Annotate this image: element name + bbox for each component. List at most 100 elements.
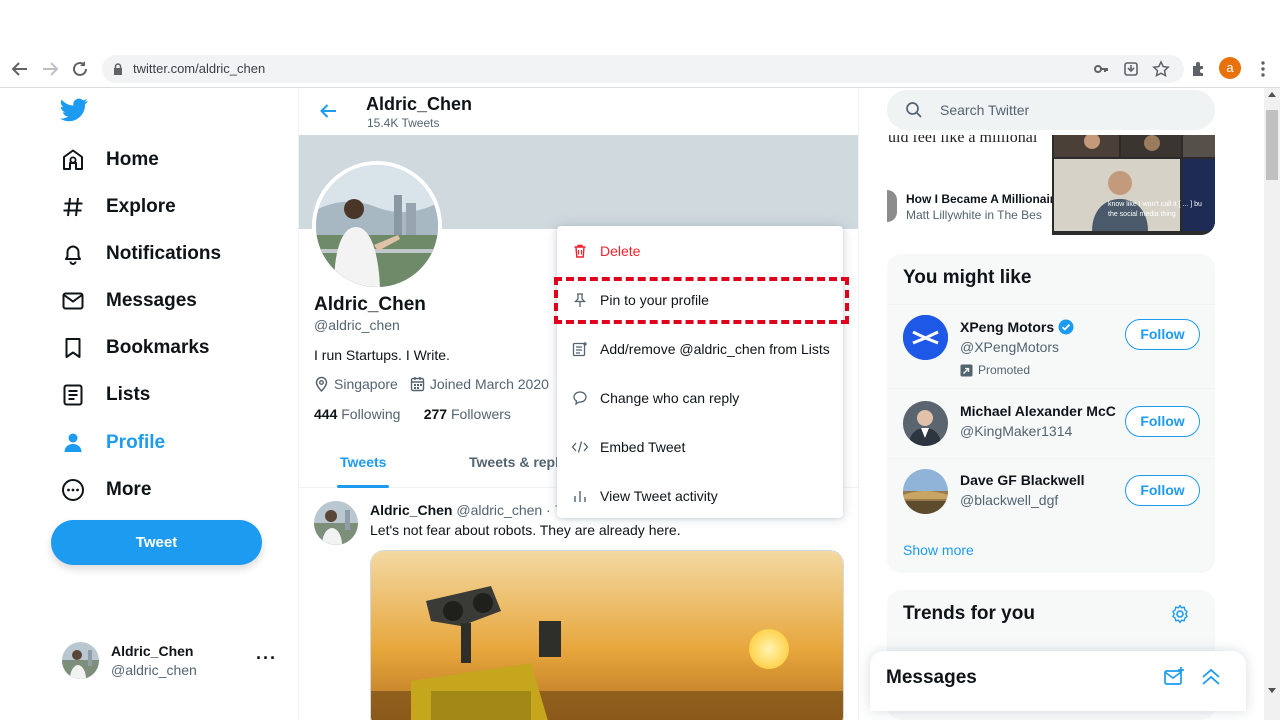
- menu-item-activity[interactable]: View Tweet activity: [557, 471, 843, 520]
- sidebar-item-label: Notifications: [106, 243, 222, 264]
- sidebar-item-bookmarks[interactable]: Bookmarks: [60, 328, 210, 368]
- show-more-link[interactable]: Show more: [903, 542, 974, 558]
- section-title: You might like: [903, 267, 1032, 288]
- menu-item-reply-settings[interactable]: Change who can reply: [557, 373, 843, 422]
- sidebar-item-home[interactable]: Home: [60, 140, 159, 180]
- followers-label: Followers: [450, 406, 511, 422]
- promoted-text: Promoted: [978, 363, 1031, 377]
- tweet-options-menu: Delete Pin to your profile Add/remove @a…: [557, 226, 843, 518]
- back-nav-icon[interactable]: [9, 58, 31, 80]
- joined-text: Joined March 2020: [429, 376, 549, 392]
- sidebar-item-messages[interactable]: Messages: [60, 281, 197, 321]
- avatar: [903, 469, 948, 514]
- follow-button[interactable]: Follow: [1125, 406, 1200, 437]
- tweet-compose-button[interactable]: Tweet: [51, 520, 262, 565]
- browser-menu-icon[interactable]: [1252, 58, 1274, 80]
- url-text: twitter.com/aldric_chen: [133, 61, 266, 76]
- right-sidebar: Search Twitter uld feel like a millionai…: [859, 88, 1264, 720]
- new-message-icon[interactable]: [1163, 666, 1185, 688]
- page-scrollbar[interactable]: [1264, 88, 1280, 720]
- account-more-icon[interactable]: ···: [256, 648, 277, 669]
- sidebar-item-notifications[interactable]: Notifications: [60, 234, 221, 274]
- code-icon: [571, 438, 589, 456]
- article-preview: uld feel like a millionai How I Became A…: [887, 135, 1054, 235]
- install-icon[interactable]: [1122, 60, 1140, 78]
- gear-icon[interactable]: [1170, 604, 1190, 624]
- account-name: Aldric_Chen: [111, 643, 194, 659]
- menu-item-label: Embed Tweet: [600, 438, 686, 455]
- more-circle-icon: [60, 477, 86, 503]
- back-arrow-icon[interactable]: [317, 100, 339, 122]
- active-tab-indicator: [337, 485, 389, 488]
- following-link[interactable]: 444 Following: [314, 406, 400, 422]
- menu-item-label: Change who can reply: [600, 389, 740, 406]
- video-caption: the social media thing: [1108, 211, 1176, 218]
- article-quote: uld feel like a millionai: [888, 135, 1038, 146]
- profile-avatar[interactable]: [312, 161, 442, 291]
- avatar[interactable]: [314, 501, 358, 545]
- search-input[interactable]: Search Twitter: [887, 90, 1215, 130]
- article-author: Matt Lillywhite in The Bes: [906, 208, 1042, 222]
- twitter-bird-logo-icon[interactable]: [60, 98, 88, 122]
- sidebar-item-label: Home: [106, 149, 159, 170]
- follow-suggestion[interactable]: Michael Alexander McC @KingMaker1314 Fol…: [887, 388, 1215, 458]
- promoted-media-card[interactable]: uld feel like a millionai How I Became A…: [887, 135, 1215, 235]
- tweet-media-image[interactable]: [370, 550, 844, 720]
- bar-chart-icon: [571, 487, 589, 505]
- sidebar-item-label: Lists: [106, 384, 151, 405]
- scroll-thumb[interactable]: [1266, 110, 1278, 180]
- sidebar-item-more[interactable]: More: [60, 470, 151, 510]
- tab-tweets[interactable]: Tweets: [340, 454, 386, 470]
- address-bar[interactable]: twitter.com/aldric_chen: [102, 55, 1184, 83]
- bell-icon: [60, 241, 86, 267]
- tweet-card[interactable]: Aldric_Chen @aldric_chen · 7r Let's not …: [299, 489, 858, 720]
- scroll-down-arrow-icon[interactable]: [1268, 688, 1276, 693]
- tweet-author[interactable]: Aldric_Chen: [370, 502, 452, 518]
- hashtag-icon: [60, 194, 86, 220]
- messages-drawer[interactable]: Messages: [870, 651, 1246, 711]
- calendar-icon: [410, 376, 430, 392]
- menu-item-lists[interactable]: Add/remove @aldric_chen from Lists: [557, 324, 843, 373]
- person-icon: [60, 430, 86, 456]
- menu-item-label: Add/remove @aldric_chen from Lists: [600, 340, 830, 357]
- avatar: [903, 315, 948, 360]
- bookmark-star-icon[interactable]: [1152, 60, 1170, 78]
- menu-item-embed[interactable]: Embed Tweet: [557, 422, 843, 471]
- article-thumb: [887, 190, 897, 222]
- profile-location: Singapore: [314, 376, 398, 392]
- sidebar-item-label: Profile: [106, 432, 166, 453]
- following-label: Following: [341, 406, 401, 422]
- tab-tweets-replies[interactable]: Tweets & repl: [469, 454, 559, 470]
- account-switcher[interactable]: Aldric_Chen @aldric_chen ···: [62, 640, 282, 680]
- profile-name: Aldric_Chen: [314, 294, 426, 315]
- follow-button[interactable]: Follow: [1125, 475, 1200, 506]
- sidebar-item-label: Messages: [106, 290, 197, 311]
- forward-nav-icon[interactable]: [39, 58, 61, 80]
- location-text: Singapore: [334, 376, 398, 392]
- promoted-label: Promoted: [960, 363, 1030, 377]
- home-icon: [60, 147, 86, 173]
- key-icon[interactable]: [1092, 60, 1110, 78]
- extensions-puzzle-icon[interactable]: [1188, 58, 1210, 80]
- menu-item-delete[interactable]: Delete: [557, 226, 843, 275]
- sidebar-item-lists[interactable]: Lists: [60, 375, 150, 415]
- avatar: [903, 401, 948, 446]
- reload-icon[interactable]: [69, 58, 91, 80]
- sidebar-item-label: Bookmarks: [106, 337, 210, 358]
- sidebar-item-explore[interactable]: Explore: [60, 187, 176, 227]
- followers-link[interactable]: 277 Followers: [424, 406, 511, 422]
- follow-suggestion[interactable]: XPeng Motors @XPengMotors Promoted Follo…: [887, 304, 1215, 388]
- scroll-up-arrow-icon[interactable]: [1268, 92, 1276, 97]
- suggestion-name: Michael Alexander McC: [960, 403, 1116, 419]
- sidebar-item-profile[interactable]: Profile: [60, 423, 165, 463]
- follow-button[interactable]: Follow: [1125, 319, 1200, 350]
- location-pin-icon: [314, 376, 334, 392]
- tweet-count: 15.4K Tweets: [367, 116, 440, 130]
- trash-icon: [571, 242, 589, 260]
- profile-joined: Joined March 2020: [410, 376, 549, 392]
- suggestion-handle: @XPengMotors: [960, 339, 1060, 355]
- browser-profile-avatar[interactable]: a: [1219, 57, 1241, 79]
- follow-suggestion[interactable]: Dave GF Blackwell @blackwell_dgf Follow: [887, 458, 1215, 528]
- chevron-up-icon[interactable]: [1200, 666, 1222, 688]
- profile-bio: I run Startups. I Write.: [314, 347, 450, 363]
